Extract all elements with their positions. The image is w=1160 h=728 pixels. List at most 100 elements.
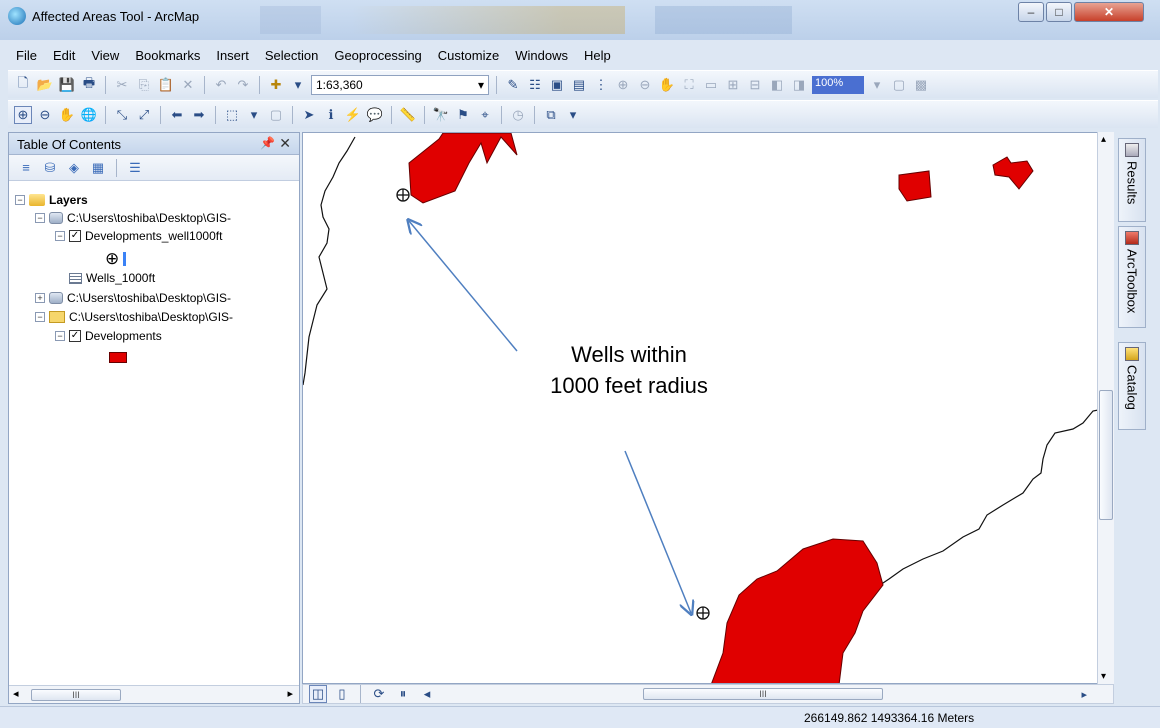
- editor-toolbar-icon[interactable]: ✎: [504, 76, 522, 94]
- toc-horizontal-scrollbar[interactable]: ◂ III ▸: [9, 685, 299, 703]
- fixed-zoom-out-arrows-icon[interactable]: ⤢: [135, 106, 153, 124]
- map-display[interactable]: Wells within 1000 feet radius: [302, 132, 1114, 684]
- menu-help[interactable]: Help: [576, 44, 619, 66]
- collapse-icon[interactable]: −: [55, 231, 65, 241]
- scroll-down-icon[interactable]: ▾: [1101, 671, 1106, 682]
- clear-selection-icon[interactable]: ▢: [267, 106, 285, 124]
- zoom-whole-page-icon[interactable]: ⛶: [680, 76, 698, 94]
- expand-icon[interactable]: +: [35, 293, 45, 303]
- tree-layer-developments[interactable]: − ✓ Developments: [55, 329, 162, 343]
- toggle-draft-mode-icon[interactable]: ▢: [890, 76, 908, 94]
- time-slider-icon[interactable]: ◷: [509, 106, 527, 124]
- collapse-icon[interactable]: −: [15, 195, 25, 205]
- identify-info-icon[interactable]: ℹ: [322, 106, 340, 124]
- menu-selection[interactable]: Selection: [257, 44, 326, 66]
- pause-drawing-icon[interactable]: ⏸: [394, 685, 412, 703]
- list-by-source-icon[interactable]: ⛁: [41, 159, 59, 177]
- menu-geoprocessing[interactable]: Geoprocessing: [326, 44, 429, 66]
- refresh-icon[interactable]: ⟳: [370, 685, 388, 703]
- pan-hand-icon[interactable]: ✋: [58, 106, 76, 124]
- maximize-button[interactable]: □: [1046, 2, 1072, 22]
- catalog-window-icon[interactable]: ▣: [548, 76, 566, 94]
- go-to-xy-icon[interactable]: ⌖: [476, 106, 494, 124]
- fixed-zoom-in-icon[interactable]: ⊕: [614, 76, 632, 94]
- paste-icon[interactable]: 📋: [157, 76, 175, 94]
- list-by-drawing-order-icon[interactable]: ≡: [17, 159, 35, 177]
- vertical-scroll-thumb[interactable]: [1099, 390, 1113, 520]
- arctoolbox-icon[interactable]: ▤: [570, 76, 588, 94]
- cut-icon[interactable]: ✂: [113, 76, 131, 94]
- redo-icon[interactable]: ↷: [234, 76, 252, 94]
- hyperlink-icon[interactable]: ⚡: [344, 106, 362, 124]
- tab-catalog[interactable]: Catalog: [1118, 342, 1146, 430]
- select-elements-pointer-icon[interactable]: ➤: [300, 106, 318, 124]
- tab-results[interactable]: Results: [1118, 138, 1146, 222]
- menu-edit[interactable]: Edit: [45, 44, 83, 66]
- tree-workspace-3[interactable]: − C:\Users\toshiba\Desktop\GIS-: [35, 310, 233, 324]
- forward-extent-icon[interactable]: ◨: [790, 76, 808, 94]
- toolbar-overflow-icon[interactable]: ⋮: [592, 76, 610, 94]
- add-data-icon[interactable]: ✚: [267, 76, 285, 94]
- select-dropdown-icon[interactable]: ▾: [245, 106, 263, 124]
- scroll-thumb[interactable]: III: [31, 689, 121, 701]
- toolbar-options-icon[interactable]: ▾: [564, 106, 582, 124]
- map-vertical-scrollbar[interactable]: ▴ ▾: [1097, 132, 1114, 684]
- fixed-zoom-in-arrows-icon[interactable]: ⤡: [113, 106, 131, 124]
- new-document-icon[interactable]: 🗋: [14, 75, 32, 94]
- scroll-left-icon[interactable]: ◂: [13, 687, 19, 700]
- menu-bookmarks[interactable]: Bookmarks: [127, 44, 208, 66]
- delete-icon[interactable]: ✕: [179, 76, 197, 94]
- open-folder-icon[interactable]: 📂: [36, 76, 54, 94]
- visibility-checkbox[interactable]: ✓: [69, 330, 81, 342]
- full-extent-globe-icon[interactable]: 🌐: [80, 106, 98, 124]
- zoom-100-icon[interactable]: ▭: [702, 76, 720, 94]
- scroll-left-icon[interactable]: ◂: [418, 685, 436, 703]
- focus-data-frame-icon[interactable]: ▩: [912, 76, 930, 94]
- tab-arctoolbox[interactable]: ArcToolbox: [1118, 226, 1146, 328]
- list-by-visibility-icon[interactable]: ◈: [65, 159, 83, 177]
- map-scale-combobox[interactable]: 1:63,360 ▾: [311, 74, 489, 95]
- menu-view[interactable]: View: [83, 44, 127, 66]
- horizontal-scroll-thumb[interactable]: III: [643, 688, 883, 700]
- html-popup-icon[interactable]: 💬: [366, 106, 384, 124]
- back-extent-icon[interactable]: ◧: [768, 76, 786, 94]
- fixed-zoom-out-icon[interactable]: ⊖: [636, 76, 654, 94]
- tree-workspace-1[interactable]: − C:\Users\toshiba\Desktop\GIS-: [35, 211, 231, 225]
- visibility-checkbox[interactable]: ✓: [69, 230, 81, 242]
- zoom-out-icon[interactable]: ⊖: [36, 106, 54, 124]
- scroll-right-icon[interactable]: ▸: [287, 687, 293, 700]
- menu-insert[interactable]: Insert: [208, 44, 257, 66]
- tree-layer-developments-well[interactable]: − ✓ Developments_well1000ft: [55, 229, 222, 243]
- menu-customize[interactable]: Customize: [430, 44, 507, 66]
- collapse-icon[interactable]: −: [55, 331, 65, 341]
- tree-table-wells[interactable]: Wells_1000ft: [69, 271, 155, 285]
- data-view-icon[interactable]: ◫: [309, 685, 327, 703]
- menu-file[interactable]: File: [8, 44, 45, 66]
- create-viewer-window-icon[interactable]: ⧉: [542, 106, 560, 124]
- chevron-down-icon[interactable]: ▾: [478, 78, 484, 92]
- pin-icon[interactable]: 📌: [260, 136, 275, 150]
- save-icon[interactable]: 💾: [58, 76, 76, 94]
- close-button[interactable]: ✕: [1074, 2, 1144, 22]
- find-binoculars-icon[interactable]: 🔭: [432, 106, 450, 124]
- minimize-button[interactable]: –: [1018, 2, 1044, 22]
- select-features-icon[interactable]: ⬚: [223, 106, 241, 124]
- table-of-contents-icon[interactable]: ☷: [526, 76, 544, 94]
- scroll-right-icon[interactable]: ▸: [1081, 688, 1087, 701]
- collapse-icon[interactable]: −: [35, 213, 45, 223]
- zoom-dropdown-icon[interactable]: ▾: [868, 76, 886, 94]
- menu-windows[interactable]: Windows: [507, 44, 576, 66]
- tree-layers-root[interactable]: − Layers: [15, 193, 88, 207]
- layout-zoom-percent-box[interactable]: 100%: [812, 75, 864, 94]
- layout-zoom-out-icon[interactable]: ⊟: [746, 76, 764, 94]
- go-back-arrow-icon[interactable]: ⬅: [168, 106, 186, 124]
- zoom-in-icon[interactable]: ⊕: [14, 105, 32, 124]
- add-data-dropdown-icon[interactable]: ▾: [289, 76, 307, 94]
- go-forward-arrow-icon[interactable]: ➡: [190, 106, 208, 124]
- toc-options-icon[interactable]: ☰: [126, 159, 144, 177]
- list-by-selection-icon[interactable]: ▦: [89, 159, 107, 177]
- layout-pan-icon[interactable]: ✋: [658, 76, 676, 94]
- copy-icon[interactable]: ⎘: [135, 76, 153, 94]
- scroll-up-icon[interactable]: ▴: [1101, 134, 1106, 145]
- layout-view-icon[interactable]: ▯: [333, 685, 351, 703]
